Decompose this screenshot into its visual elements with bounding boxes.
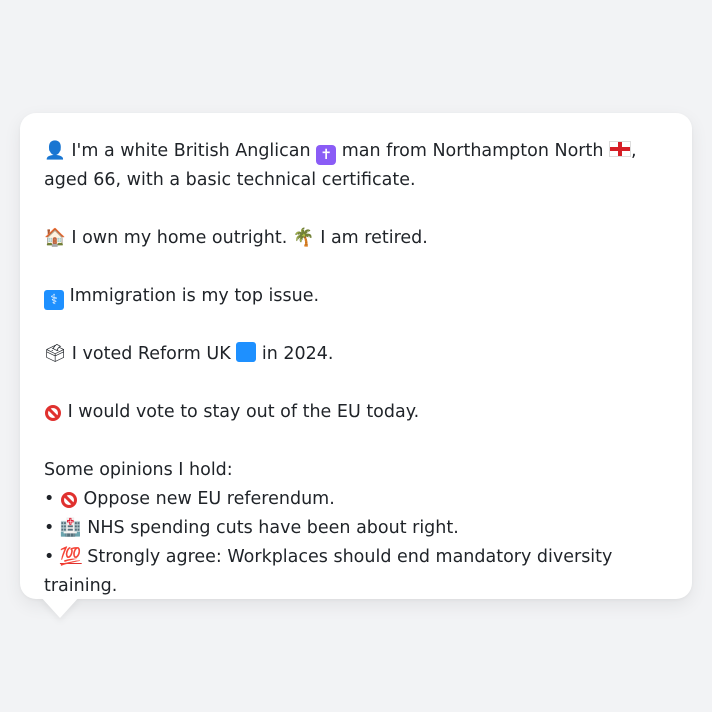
speech-bubble-card: 👤 I'm a white British Anglican ✝ man fro…	[20, 113, 692, 599]
home-text-2: I am retired.	[320, 228, 428, 248]
opinion-item: • 💯 Strongly agree: Workplaces should en…	[44, 543, 668, 601]
palm-tree-icon: 🌴	[292, 228, 315, 248]
house-icon: 🏠	[44, 228, 66, 248]
opinion-item: • 🏥 NHS spending cuts have been about ri…	[44, 514, 668, 543]
opinion-text: Oppose new EU referendum.	[83, 489, 335, 509]
issue-text: Immigration is my top issue.	[69, 286, 320, 306]
home-line: 🏠 I own my home outright. 🌴 I am retired…	[44, 224, 668, 253]
no-entry-sign-icon	[45, 405, 61, 421]
blue-square-icon	[236, 342, 257, 362]
bullet: •	[44, 547, 55, 567]
home-text-1: I own my home outright.	[71, 228, 288, 248]
england-flag-icon	[609, 141, 632, 157]
hundred-points-icon: 💯	[59, 547, 82, 567]
eu-text: I would vote to stay out of the EU today…	[67, 402, 420, 422]
no-entry-sign-icon	[60, 492, 77, 508]
ballot-box-icon: 🗳	[44, 344, 67, 364]
vote-text-1: I voted Reform UK	[71, 344, 231, 364]
opinion-item: • Oppose new EU referendum.	[44, 485, 668, 514]
identity-line: 👤 I'm a white British Anglican ✝ man fro…	[44, 137, 668, 195]
eu-line: I would vote to stay out of the EU today…	[44, 398, 668, 427]
identity-text-1: I'm a white British Anglican	[71, 141, 311, 161]
identity-text-2: man from Northampton North	[341, 141, 604, 161]
bullet: •	[44, 518, 55, 538]
opinions-heading: Some opinions I hold:	[44, 460, 233, 480]
person-silhouette-icon: 👤	[44, 141, 66, 161]
opinion-text: Strongly agree: Workplaces should end ma…	[44, 547, 613, 596]
opinion-text: NHS spending cuts have been about right.	[87, 518, 459, 538]
passport-control-icon: ⚕	[44, 290, 64, 310]
issue-line: ⚕ Immigration is my top issue.	[44, 282, 668, 311]
vote-text-2: in 2024.	[261, 344, 334, 364]
latin-cross-icon: ✝	[316, 145, 337, 165]
bullet: •	[44, 489, 55, 509]
speech-bubble-tail	[40, 596, 80, 618]
vote-line: 🗳 I voted Reform UK in 2024.	[44, 340, 668, 369]
hospital-icon: 🏥	[59, 518, 82, 538]
